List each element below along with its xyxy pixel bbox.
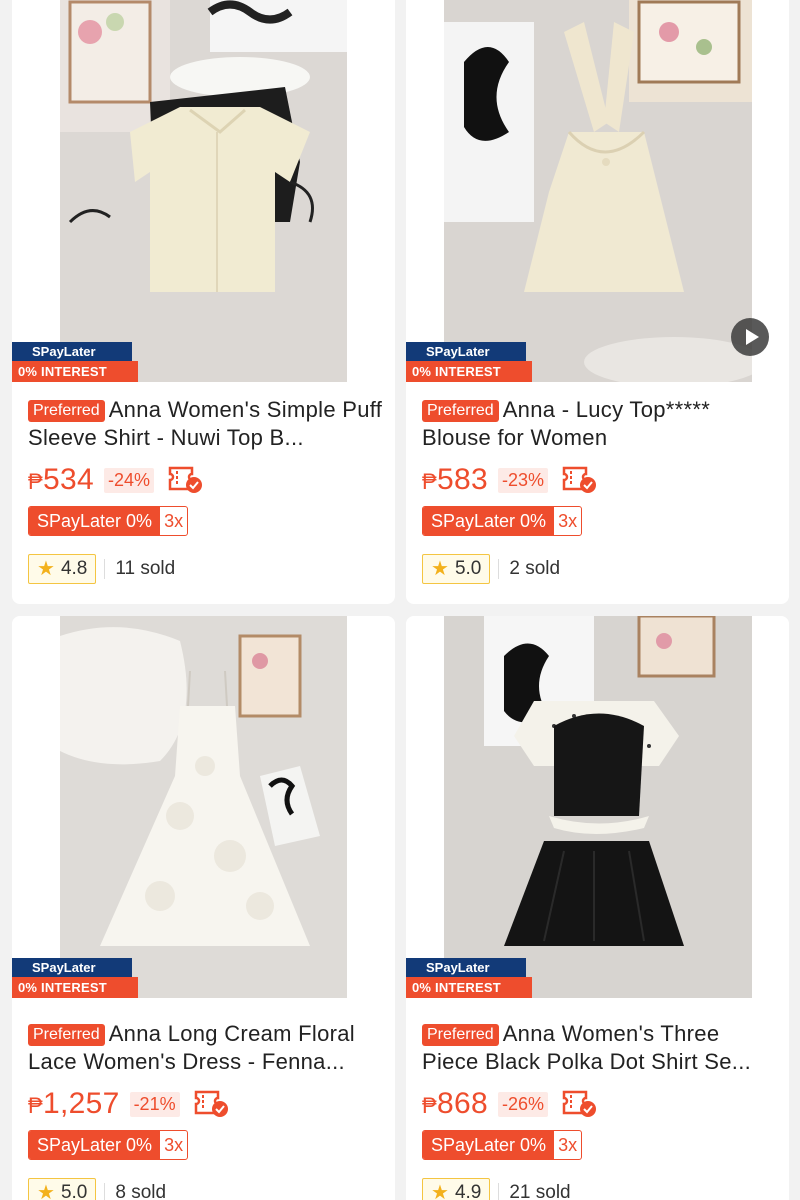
discount-badge: -21% (129, 1091, 180, 1117)
product-title[interactable]: Preferred Anna Long Cream Floral Lace Wom… (28, 1020, 383, 1076)
rating-value: 4.9 (454, 1182, 482, 1200)
star-icon: ★ (37, 558, 55, 580)
product-image (60, 616, 347, 998)
rating-value: 5.0 (454, 558, 482, 579)
spaylater-badge-top: SPayLater (406, 342, 526, 361)
spaylater-badge-bottom: 0% INTEREST (406, 361, 532, 382)
spaylater-badge-top: SPayLater (406, 958, 526, 977)
preferred-badge: Preferred (28, 1024, 105, 1046)
sold-count: 21 sold (509, 1182, 571, 1200)
installments-label: 3x (164, 1135, 184, 1155)
product-info: Preferred Anna Women's Simple Puff Sleeve… (28, 396, 383, 584)
spaylater-badge-bottom: 0% INTEREST (406, 977, 532, 998)
price-row: ₱583 -23% (422, 462, 777, 498)
product-image (60, 0, 347, 382)
price-row: ₱1,257 -21% (28, 1086, 383, 1122)
price-value: 868 (436, 1087, 488, 1120)
discount-badge: -23% (497, 467, 548, 493)
price-row: ₱534 -24% (28, 462, 383, 498)
product-price: ₱534 (28, 463, 94, 497)
rating-row: ★ 4.8 11 sold (28, 554, 383, 584)
spaylater-badge-top: SPayLater (12, 342, 132, 361)
spaylater-image-badge: SPayLater 0% INTEREST (406, 958, 532, 998)
product-info: Preferred Anna - Lucy Top***** Blouse for… (422, 396, 777, 584)
star-icon: ★ (37, 1182, 55, 1200)
product-image-area[interactable]: SPayLater 0% INTEREST (406, 0, 789, 382)
sold-count: 8 sold (115, 1182, 167, 1200)
price-value: 1,257 (42, 1087, 120, 1120)
spaylater-label: SPayLater 0% (29, 1131, 161, 1159)
spaylater-tag: SPayLater 0% 3x (28, 1130, 189, 1160)
price-row: ₱868 -26% (422, 1086, 777, 1122)
voucher-icon (562, 466, 596, 493)
star-icon: ★ (431, 1182, 449, 1200)
divider (104, 1183, 106, 1200)
divider (104, 559, 106, 579)
price-value: 583 (436, 463, 488, 496)
product-price: ₱1,257 (28, 1087, 120, 1121)
currency-symbol: ₱ (422, 469, 437, 494)
product-image-area[interactable]: SPayLater 0% INTEREST (12, 616, 395, 998)
voucher-icon (168, 466, 202, 493)
divider (498, 1183, 500, 1200)
spaylater-tag: SPayLater 0% 3x (28, 506, 189, 536)
rating-row: ★ 5.0 2 sold (422, 554, 777, 584)
spaylater-badge-bottom: 0% INTEREST (12, 977, 138, 998)
currency-symbol: ₱ (28, 469, 43, 494)
divider (498, 559, 500, 579)
product-image-area[interactable]: SPayLater 0% INTEREST (406, 616, 789, 998)
spaylater-label: SPayLater 0% (423, 1131, 555, 1159)
product-card[interactable]: SPayLater 0% INTEREST Preferred Anna Wome… (12, 0, 395, 604)
rating-row: ★ 4.9 21 sold (422, 1178, 777, 1200)
rating-badge: ★ 5.0 (422, 554, 491, 584)
preferred-badge: Preferred (28, 400, 105, 422)
spaylater-image-badge: SPayLater 0% INTEREST (406, 342, 532, 382)
product-image (444, 616, 752, 998)
preferred-badge: Preferred (422, 400, 499, 422)
product-price: ₱583 (422, 463, 488, 497)
star-icon: ★ (431, 558, 449, 580)
spaylater-tag: SPayLater 0% 3x (422, 1130, 583, 1160)
rating-value: 4.8 (60, 558, 88, 579)
currency-symbol: ₱ (422, 1093, 437, 1118)
rating-badge: ★ 4.9 (422, 1178, 491, 1200)
spaylater-badge-top: SPayLater (12, 958, 132, 977)
voucher-icon (194, 1090, 228, 1117)
rating-badge: ★ 4.8 (28, 554, 97, 584)
installments-label: 3x (164, 511, 184, 531)
sold-count: 11 sold (115, 558, 176, 579)
installments-label: 3x (558, 1135, 578, 1155)
discount-badge: -24% (103, 467, 154, 493)
product-info: Preferred Anna Long Cream Floral Lace Wom… (28, 1020, 383, 1200)
product-title[interactable]: Preferred Anna Women's Simple Puff Sleeve… (28, 396, 383, 452)
product-title[interactable]: Preferred Anna - Lucy Top***** Blouse for… (422, 396, 777, 452)
product-card[interactable]: SPayLater 0% INTEREST Preferred Anna Wome… (406, 616, 789, 1200)
preferred-badge: Preferred (422, 1024, 499, 1046)
currency-symbol: ₱ (28, 1093, 43, 1118)
play-icon[interactable] (731, 318, 769, 356)
voucher-icon (562, 1090, 596, 1117)
rating-value: 5.0 (60, 1182, 88, 1200)
installments-label: 3x (558, 511, 578, 531)
product-price: ₱868 (422, 1087, 488, 1121)
product-card[interactable]: SPayLater 0% INTEREST Preferred Anna Long… (12, 616, 395, 1200)
spaylater-label: SPayLater 0% (423, 507, 555, 535)
spaylater-image-badge: SPayLater 0% INTEREST (12, 958, 138, 998)
product-info: Preferred Anna Women's Three Piece Black … (422, 1020, 777, 1200)
product-title[interactable]: Preferred Anna Women's Three Piece Black … (422, 1020, 777, 1076)
spaylater-image-badge: SPayLater 0% INTEREST (12, 342, 138, 382)
product-card[interactable]: SPayLater 0% INTEREST Preferred Anna - Lu… (406, 0, 789, 604)
product-image (444, 0, 752, 382)
spaylater-badge-bottom: 0% INTEREST (12, 361, 138, 382)
rating-badge: ★ 5.0 (28, 1178, 97, 1200)
discount-badge: -26% (497, 1091, 548, 1117)
spaylater-label: SPayLater 0% (29, 507, 161, 535)
product-image-area[interactable]: SPayLater 0% INTEREST (12, 0, 395, 382)
rating-row: ★ 5.0 8 sold (28, 1178, 383, 1200)
spaylater-tag: SPayLater 0% 3x (422, 506, 583, 536)
price-value: 534 (42, 463, 94, 496)
sold-count: 2 sold (509, 558, 561, 579)
